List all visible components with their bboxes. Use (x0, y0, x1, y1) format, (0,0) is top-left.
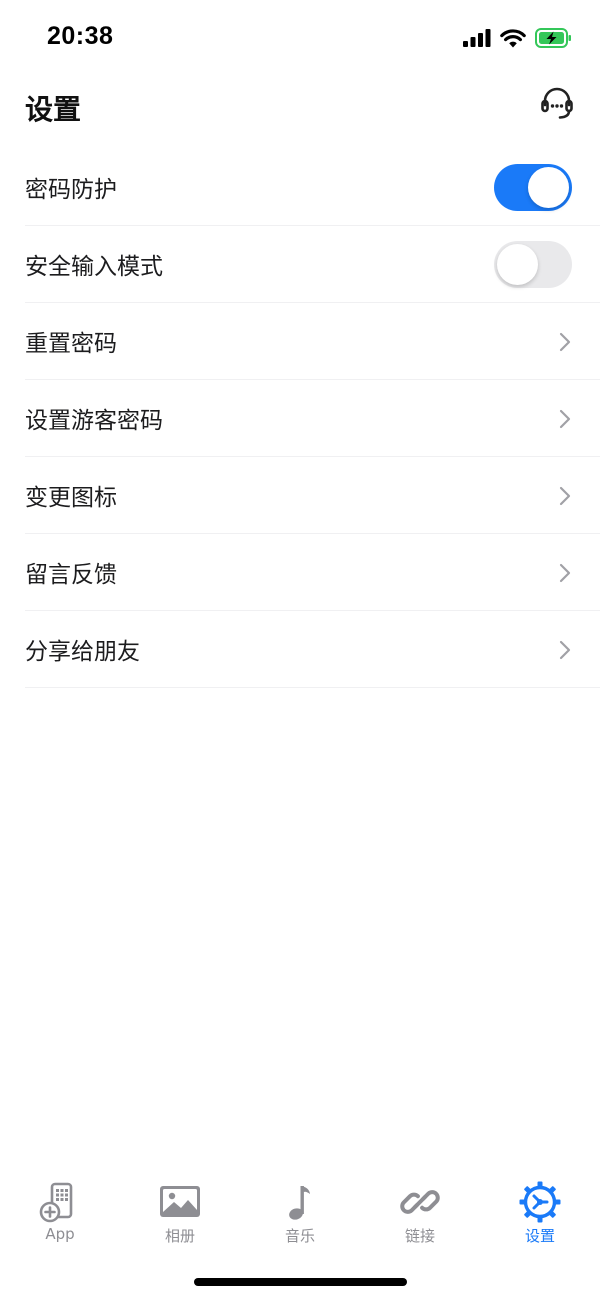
tab-album[interactable]: 相册 (120, 1168, 240, 1258)
setting-label: 设置游客密码 (25, 408, 163, 434)
setting-label: 分享给朋友 (25, 639, 140, 665)
tab-label: 相册 (164, 1227, 195, 1245)
headset-support-icon (541, 87, 573, 119)
tab-label: 设置 (524, 1227, 555, 1245)
setting-secure-input-mode[interactable]: 安全输入模式 (25, 226, 600, 303)
tab-label: 音乐 (284, 1227, 315, 1245)
customer-support-button[interactable] (538, 86, 576, 124)
cellular-signal-icon (463, 29, 491, 47)
secure-input-mode-toggle[interactable] (494, 241, 572, 288)
setting-share-with-friends[interactable]: 分享给朋友 (25, 611, 600, 688)
setting-label: 留言反馈 (25, 562, 117, 588)
settings-screen: 20:38 设置 密码防护 安全输入模式 重置密码 设置游客密码 变更图标 留言… (0, 0, 600, 1299)
status-time: 20:38 (47, 22, 114, 50)
link-icon (400, 1190, 440, 1214)
tab-app[interactable]: App (0, 1168, 120, 1258)
page-title: 设置 (25, 93, 82, 126)
status-icons (463, 26, 572, 50)
tab-music[interactable]: 音乐 (240, 1168, 360, 1258)
setting-label: 密码防护 (25, 177, 117, 203)
tab-settings[interactable]: 设置 (480, 1168, 600, 1258)
tab-link[interactable]: 链接 (360, 1168, 480, 1258)
setting-password-protection[interactable]: 密码防护 (25, 149, 600, 226)
chevron-right-icon (559, 640, 571, 660)
setting-label: 重置密码 (25, 331, 117, 357)
chevron-right-icon (559, 563, 571, 583)
setting-label: 变更图标 (25, 485, 117, 511)
photo-album-icon (160, 1186, 200, 1217)
toggle-knob (528, 167, 569, 208)
settings-gear-icon (519, 1181, 561, 1223)
wifi-icon (500, 28, 526, 47)
settings-list: 密码防护 安全输入模式 重置密码 设置游客密码 变更图标 留言反馈 分享给朋友 (0, 149, 600, 688)
setting-reset-password[interactable]: 重置密码 (25, 303, 600, 380)
header: 设置 (0, 80, 600, 136)
home-indicator (194, 1278, 407, 1286)
chevron-right-icon (559, 409, 571, 429)
setting-feedback[interactable]: 留言反馈 (25, 534, 600, 611)
setting-change-icon[interactable]: 变更图标 (25, 457, 600, 534)
tab-bar: App 相册 音乐 链接 设置 (0, 1168, 600, 1258)
app-add-icon (39, 1182, 73, 1223)
password-protection-toggle[interactable] (494, 164, 572, 211)
tab-label: 链接 (404, 1227, 435, 1245)
tab-label: App (45, 1225, 75, 1243)
chevron-right-icon (559, 332, 571, 352)
battery-charging-icon (535, 28, 571, 48)
chevron-right-icon (559, 486, 571, 506)
setting-guest-password[interactable]: 设置游客密码 (25, 380, 600, 457)
music-note-icon (289, 1186, 310, 1220)
toggle-knob (497, 244, 538, 285)
status-bar: 20:38 (0, 0, 600, 76)
setting-label: 安全输入模式 (25, 254, 163, 280)
